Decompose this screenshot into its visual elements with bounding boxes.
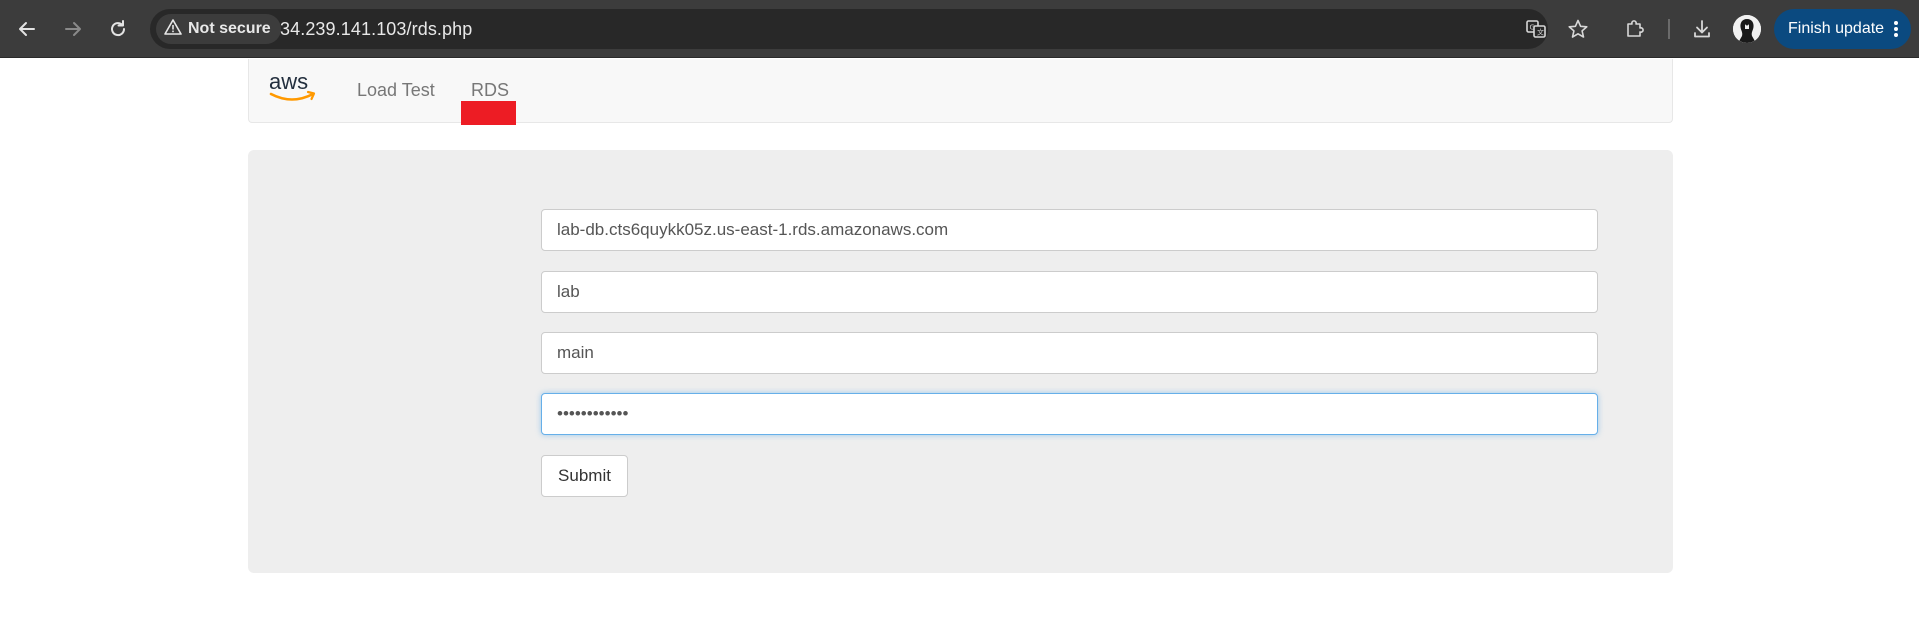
database-input[interactable] xyxy=(541,271,1598,313)
svg-text:G: G xyxy=(1530,24,1535,32)
aws-logo-text: aws xyxy=(269,69,308,94)
reload-icon[interactable] xyxy=(103,14,133,44)
browser-toolbar: Not secure 34.239.141.103/rds.php G文 Fin… xyxy=(0,0,1919,58)
warning-icon xyxy=(164,18,182,41)
active-tab-marker xyxy=(461,101,516,125)
security-label: Not secure xyxy=(188,20,271,37)
download-icon[interactable] xyxy=(1687,14,1717,44)
back-icon[interactable] xyxy=(12,14,42,44)
forward-icon[interactable] xyxy=(58,14,88,44)
translate-icon-glyph[interactable]: G文 xyxy=(1524,17,1548,41)
url-text[interactable]: 34.239.141.103/rds.php xyxy=(280,19,472,40)
address-bar[interactable]: Not secure 34.239.141.103/rds.php G文 xyxy=(150,9,1588,49)
submit-button[interactable]: Submit xyxy=(541,455,628,497)
security-indicator[interactable]: Not secure xyxy=(156,14,281,44)
star-icon[interactable] xyxy=(1566,17,1590,41)
username-input[interactable] xyxy=(541,332,1598,374)
password-input[interactable] xyxy=(541,393,1598,435)
nav-link-rds[interactable]: RDS xyxy=(471,80,509,101)
svg-text:文: 文 xyxy=(1537,28,1544,37)
finish-update-button[interactable]: Finish update xyxy=(1774,9,1911,49)
rds-connection-form: Endpoint Database Username Password Subm… xyxy=(248,150,1673,573)
endpoint-input[interactable] xyxy=(541,209,1598,251)
nav-link-load-test[interactable]: Load Test xyxy=(357,80,435,101)
more-icon[interactable] xyxy=(1893,20,1899,43)
finish-update-label: Finish update xyxy=(1788,20,1885,37)
site-navbar: aws Load Test RDS xyxy=(248,59,1673,125)
aws-logo[interactable]: aws xyxy=(268,69,318,109)
toolbar-divider xyxy=(1668,19,1670,39)
profile-avatar[interactable] xyxy=(1733,15,1761,43)
extensions-icon[interactable] xyxy=(1620,14,1650,44)
